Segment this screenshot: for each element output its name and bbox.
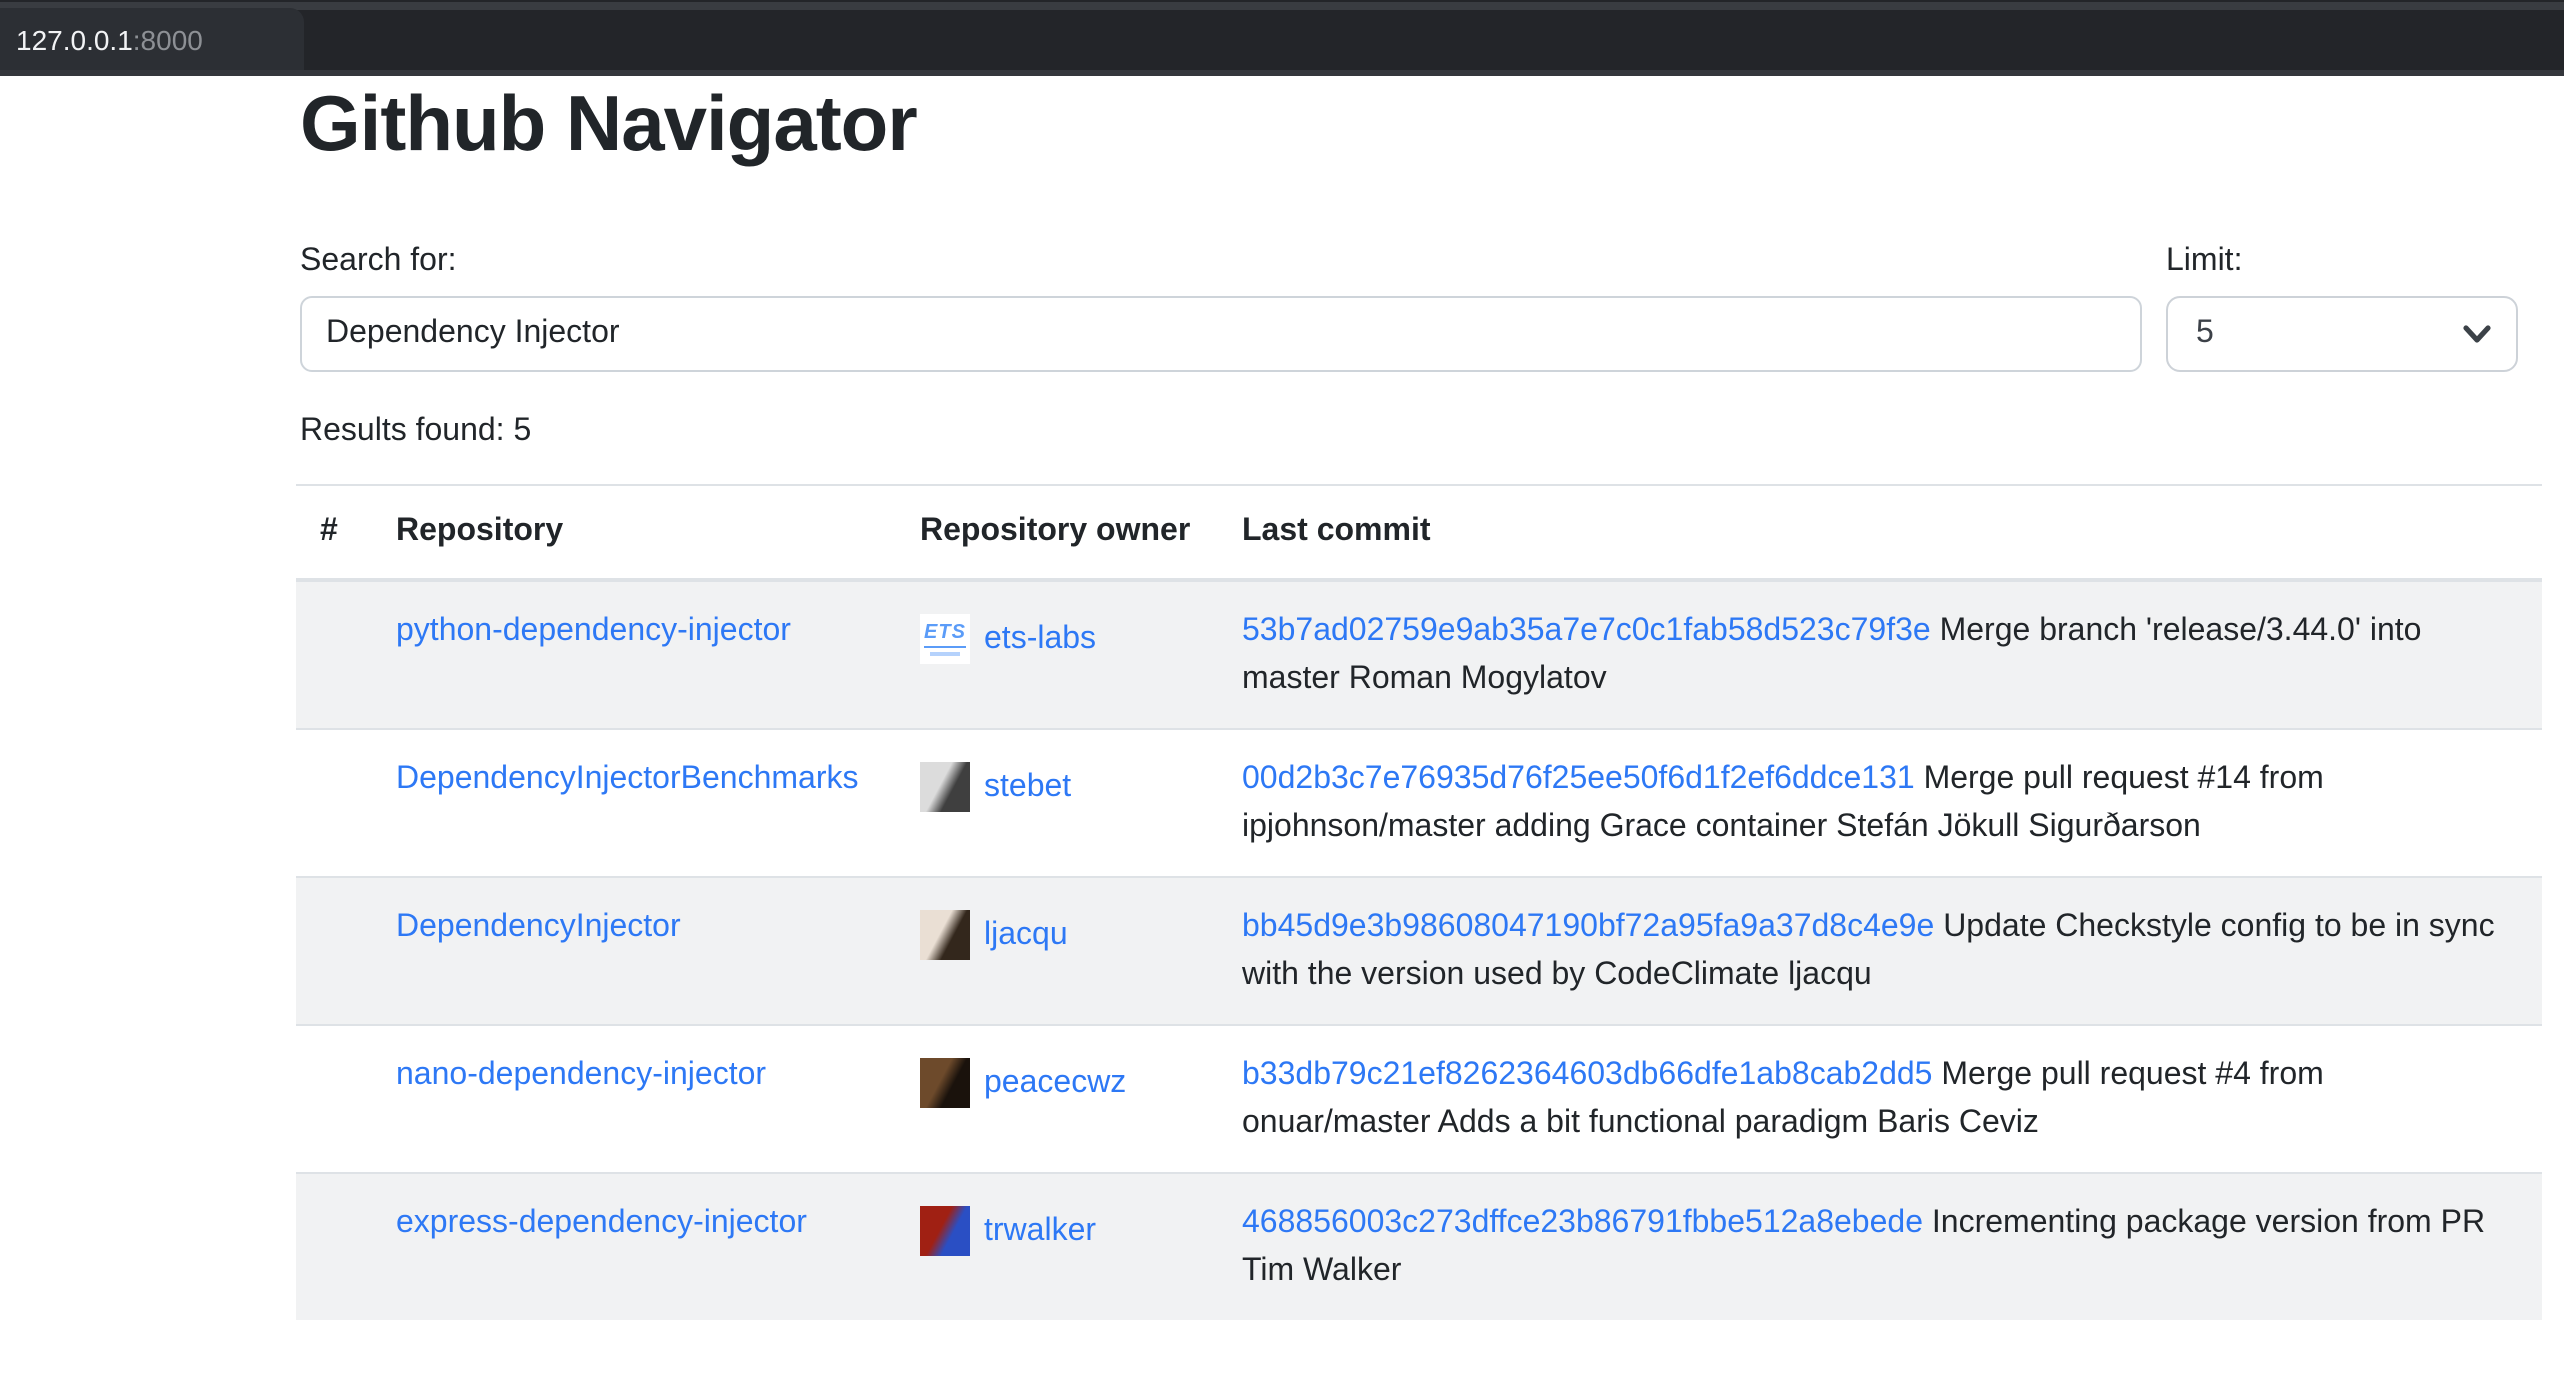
- last-commit-cell: b33db79c21ef8262364603db66dfe1ab8cab2dd5…: [1218, 1025, 2542, 1173]
- commit-sha-link[interactable]: 53b7ad02759e9ab35a7e7c0c1fab58d523c79f3e: [1242, 614, 1931, 648]
- commit-sha-link[interactable]: 468856003c273dffce23b86791fbbe512a8ebede: [1242, 1206, 1923, 1240]
- results-count: Results found: 5: [300, 414, 531, 450]
- owner-avatar: [920, 910, 970, 960]
- results-table: # Repository Repository owner Last commi…: [296, 484, 2542, 1320]
- chrome-bottom-edge: [0, 70, 2564, 76]
- owner-avatar: [920, 1206, 970, 1256]
- owner-cell: peacecwz: [896, 1025, 1218, 1173]
- row-index-cell: [296, 1025, 372, 1173]
- repository-link[interactable]: DependencyInjector: [396, 910, 681, 944]
- header-last-commit: Last commit: [1218, 485, 2542, 580]
- commit-author: Baris Ceviz: [1877, 1106, 2039, 1140]
- owner-link[interactable]: trwalker: [984, 1207, 1096, 1255]
- last-commit-cell: 468856003c273dffce23b86791fbbe512a8ebede…: [1218, 1173, 2542, 1320]
- table-row: express-dependency-injector trwalker 4688…: [296, 1173, 2542, 1320]
- chevron-down-icon: [2462, 324, 2492, 346]
- last-commit-cell: bb45d9e3b98608047190bf72a95fa9a37d8c4e9e…: [1218, 877, 2542, 1025]
- browser-tab[interactable]: 127.0.0.1:8000: [0, 8, 304, 70]
- owner-link[interactable]: peacecwz: [984, 1059, 1126, 1107]
- table-row: DependencyInjector ljacqubb45d9e3b986080…: [296, 877, 2542, 1025]
- repository-cell: express-dependency-injector: [372, 1173, 896, 1320]
- repository-cell: DependencyInjectorBenchmarks: [372, 729, 896, 877]
- repository-link[interactable]: nano-dependency-injector: [396, 1058, 766, 1092]
- table-body: python-dependency-injectorETS ets-labs53…: [296, 580, 2542, 1320]
- commit-sha-link[interactable]: b33db79c21ef8262364603db66dfe1ab8cab2dd5: [1242, 1058, 1932, 1092]
- table-row: nano-dependency-injector peacecwz b33db79…: [296, 1025, 2542, 1173]
- owner-avatar: [920, 1058, 970, 1108]
- table-header-row: # Repository Repository owner Last commi…: [296, 485, 2542, 580]
- page-title: Github Navigator: [300, 82, 917, 170]
- commit-sha-link[interactable]: bb45d9e3b98608047190bf72a95fa9a37d8c4e9e: [1242, 910, 1934, 944]
- limit-label: Limit:: [2166, 242, 2242, 282]
- commit-author: Stefán Jökull Sigurðarson: [1836, 810, 2201, 844]
- owner-cell: ETS ets-labs: [896, 580, 1218, 729]
- url-port: :8000: [133, 23, 203, 55]
- repository-link[interactable]: express-dependency-injector: [396, 1206, 807, 1240]
- chrome-top-edge: [0, 2, 2564, 10]
- repository-link[interactable]: DependencyInjectorBenchmarks: [396, 762, 858, 796]
- commit-author: Tim Walker: [1242, 1254, 1401, 1288]
- table-row: python-dependency-injectorETS ets-labs53…: [296, 580, 2542, 729]
- limit-select[interactable]: 5: [2166, 296, 2518, 372]
- search-input[interactable]: [300, 296, 2142, 372]
- owner-avatar-logo: ETS: [920, 614, 970, 664]
- owner-cell: trwalker: [896, 1173, 1218, 1320]
- table-row: DependencyInjectorBenchmarks stebet 00d2b…: [296, 729, 2542, 877]
- screen: 127.0.0.1:8000 Github Navigator Search f…: [0, 0, 2564, 1394]
- repository-cell: nano-dependency-injector: [372, 1025, 896, 1173]
- last-commit-cell: 00d2b3c7e76935d76f25ee50f6d1f2ef6ddce131…: [1218, 729, 2542, 877]
- row-index-cell: [296, 877, 372, 1025]
- last-commit-cell: 53b7ad02759e9ab35a7e7c0c1fab58d523c79f3e…: [1218, 580, 2542, 729]
- search-label: Search for:: [300, 242, 457, 282]
- owner-link[interactable]: stebet: [984, 763, 1071, 811]
- header-owner: Repository owner: [896, 485, 1218, 580]
- repository-link[interactable]: python-dependency-injector: [396, 614, 791, 648]
- row-index-cell: [296, 580, 372, 729]
- commit-message: Incrementing package version from PR: [1932, 1206, 2485, 1240]
- owner-cell: ljacqu: [896, 877, 1218, 1025]
- repository-cell: DependencyInjector: [372, 877, 896, 1025]
- header-repository: Repository: [372, 485, 896, 580]
- commit-author: ljacqu: [1788, 958, 1872, 992]
- browser-chrome: 127.0.0.1:8000: [0, 0, 2564, 76]
- row-index-cell: [296, 1173, 372, 1320]
- commit-author: Roman Mogylatov: [1349, 662, 1607, 696]
- header-index: #: [296, 485, 372, 580]
- owner-link[interactable]: ets-labs: [984, 615, 1096, 663]
- commit-sha-link[interactable]: 00d2b3c7e76935d76f25ee50f6d1f2ef6ddce131: [1242, 762, 1915, 796]
- owner-avatar: [920, 762, 970, 812]
- url-host: 127.0.0.1: [16, 23, 133, 55]
- repository-cell: python-dependency-injector: [372, 580, 896, 729]
- owner-cell: stebet: [896, 729, 1218, 877]
- row-index-cell: [296, 729, 372, 877]
- limit-selected-value: 5: [2196, 316, 2214, 352]
- owner-link[interactable]: ljacqu: [984, 911, 1068, 959]
